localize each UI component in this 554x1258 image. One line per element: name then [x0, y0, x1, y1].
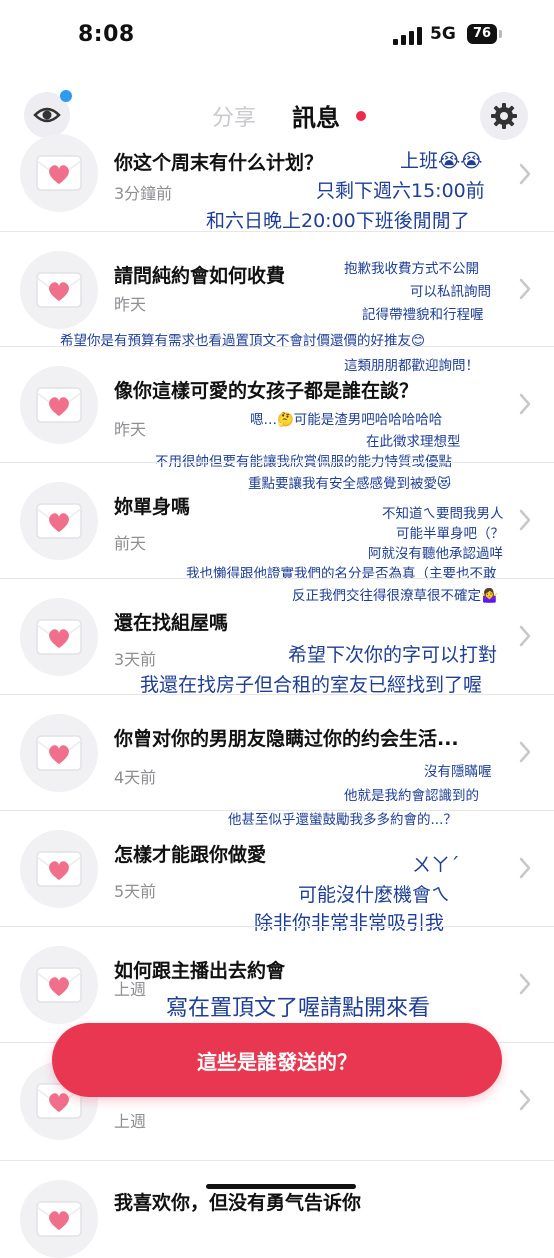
network-type: 5G	[430, 24, 456, 44]
reply-note: 不知道ㄟ要問我男人	[382, 506, 504, 522]
chevron-right-icon	[519, 278, 531, 300]
heart-envelope-icon	[36, 387, 82, 423]
chevron-right	[518, 624, 532, 648]
message-row[interactable]: 請問純約會如何收費 昨天 抱歉我收費方式不公開 可以私訊詢問 記得帶禮貌和行程喔 希望你是…	[0, 231, 554, 374]
notification-dot	[60, 90, 72, 102]
message-avatar	[20, 946, 98, 1024]
reply-note: 他就是我約會認識到的	[344, 788, 479, 804]
message-avatar	[20, 134, 98, 212]
question-text: 像你這樣可愛的女孩子都是誰在談？	[114, 380, 419, 402]
eye-icon	[33, 107, 61, 123]
message-avatar	[20, 830, 98, 908]
reply-note: 和六日晚上20:00下班後閒閒了	[206, 210, 470, 232]
question-text: 妳單身嗎	[114, 496, 191, 518]
message-avatar	[20, 366, 98, 444]
reply-note: 可能半單身吧（？	[396, 526, 504, 542]
chevron-right	[518, 508, 532, 532]
message-row[interactable]: 像你這樣可愛的女孩子都是誰在談？ 昨天 嗯…🤔可能是渣男吧哈哈哈哈哈 在此徵求理想型不…	[0, 346, 554, 492]
battery-icon: 76	[467, 24, 497, 44]
chevron-right	[518, 1088, 532, 1112]
reply-note: ㄨㄚˊ	[412, 854, 460, 876]
message-row[interactable]: 我喜欢你，但没有勇气告诉你	[0, 1160, 554, 1258]
message-avatar	[20, 714, 98, 792]
chevron-right-icon	[519, 163, 531, 185]
status-bar: 8:08 5G 76	[0, 0, 554, 72]
signal-icon	[393, 27, 425, 45]
reply-note: 阿就沒有聽他承認過咩	[368, 546, 503, 562]
heart-envelope-icon	[36, 735, 82, 771]
chevron-right-icon	[519, 393, 531, 415]
message-avatar	[20, 598, 98, 676]
chevron-right-icon	[519, 973, 531, 995]
reply-note: 沒有隱瞞喔	[424, 764, 492, 780]
reply-note: 只剩下週六15:00前	[316, 180, 485, 202]
reply-note: 可以私訊詢問	[410, 284, 491, 300]
tab-messages[interactable]: 訊息	[292, 98, 340, 133]
reply-note: 抱歉我收費方式不公開	[344, 261, 479, 277]
reply-note: 我還在找房子但合租的室友已經找到了喔	[140, 674, 483, 696]
chevron-right-icon	[519, 509, 531, 531]
heart-envelope-icon	[36, 967, 82, 1003]
message-avatar	[20, 251, 98, 329]
chevron-right-icon	[519, 857, 531, 879]
home-indicator	[206, 1184, 356, 1189]
question-text: 請問純約會如何收費	[114, 265, 286, 287]
message-avatar	[20, 1180, 98, 1258]
heart-envelope-icon	[36, 851, 82, 887]
chevron-right	[518, 392, 532, 416]
timestamp: 前天	[114, 534, 147, 553]
settings-button[interactable]	[480, 92, 528, 140]
heart-envelope-icon	[36, 619, 82, 655]
heart-envelope-icon	[36, 503, 82, 539]
timestamp: 4天前	[114, 768, 157, 787]
battery-tip	[499, 30, 502, 38]
timestamp: 昨天	[114, 295, 147, 314]
message-row[interactable]: 你曾对你的男朋友隐瞒过你的约会生活... 4天前 沒有隱瞞喔 他就是我約會認識到的 他甚…	[0, 694, 554, 828]
chevron-right-icon	[519, 1089, 531, 1111]
question-text: 你曾对你的男朋友隐瞒过你的约会生活...	[114, 728, 459, 750]
chevron-right	[518, 972, 532, 996]
timestamp: 上週	[114, 980, 147, 999]
question-text: 怎樣才能跟你做愛	[114, 844, 267, 866]
question-text: 我喜欢你，但没有勇气告诉你	[114, 1192, 362, 1214]
tab-share[interactable]: 分享	[212, 100, 256, 132]
question-text: 你这个周末有什么计划？	[114, 152, 324, 174]
chevron-right-icon	[519, 625, 531, 647]
app-header: 分享 訊息	[0, 86, 554, 142]
timestamp: 3天前	[114, 650, 157, 669]
message-row[interactable]: 妳單身嗎 前天 不知道ㄟ要問我男人 可能半單身吧（？ 阿就沒有聽他承認過咩 我也懶得跟他證…	[0, 462, 554, 604]
clock: 8:08	[78, 22, 135, 47]
heart-envelope-icon	[36, 272, 82, 308]
reply-note: 上班😭😭	[400, 150, 483, 172]
gear-icon	[491, 103, 517, 129]
unread-dot	[356, 111, 366, 121]
timestamp: 3分鐘前	[114, 184, 173, 203]
reply-note: 嗯…🤔可能是渣男吧哈哈哈哈哈	[250, 412, 443, 428]
timestamp: 上週	[114, 1112, 147, 1131]
reply-note: 在此徵求理想型	[366, 434, 461, 450]
timestamp: 5天前	[114, 882, 157, 901]
chevron-right	[518, 277, 532, 301]
question-text: 還在找組屋嗎	[114, 612, 229, 634]
message-row[interactable]: 你这个周末有什么计划？ 3分鐘前 上班😭😭 只剩下週六15:00前和六日晚上20:00…	[0, 134, 554, 232]
chevron-right	[518, 856, 532, 880]
reply-note: 寫在置頂文了喔請點開來看	[166, 996, 431, 1021]
heart-envelope-icon	[36, 1201, 82, 1237]
heart-envelope-icon	[36, 155, 82, 191]
reply-note: 記得帶禮貌和行程喔	[362, 307, 484, 323]
chevron-right	[518, 740, 532, 764]
message-avatar	[20, 482, 98, 560]
reply-note: 可能沒什麼機會ㄟ	[298, 884, 451, 906]
chevron-right	[518, 162, 532, 186]
who-sent-button[interactable]: 這些是誰發送的？	[52, 1023, 502, 1097]
timestamp: 昨天	[114, 420, 147, 439]
message-row[interactable]: 怎樣才能跟你做愛 5天前 ㄨㄚˊ 可能沒什麼機會ㄟ 除非你非常非常吸引我	[0, 810, 554, 934]
message-row[interactable]: 還在找組屋嗎 3天前 希望下次你的字可以打對我還在找房子但合租的室友已經找到了喔	[0, 578, 554, 696]
reply-note: 希望下次你的字可以打對	[288, 644, 498, 666]
chevron-right-icon	[519, 741, 531, 763]
